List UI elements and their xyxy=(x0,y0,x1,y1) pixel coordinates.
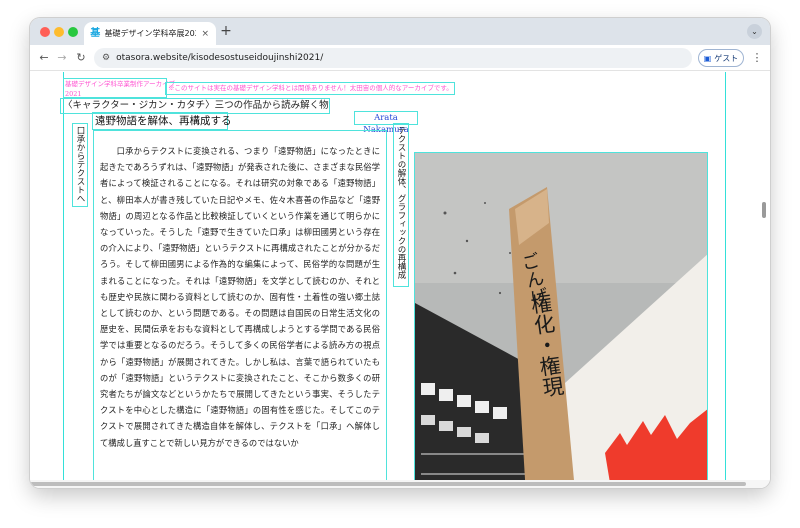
wall-upper xyxy=(415,153,707,283)
tab-title: 基礎デザイン学科卒展2021同人誌 xyxy=(104,29,197,38)
article-body-text: 口承からテクストに変換される、つまり「遠野物語」になったときに起きたであろうずれ… xyxy=(100,146,380,448)
horizontal-scrollbar[interactable] xyxy=(30,482,746,486)
address-bar[interactable]: ⚙ otasora.website/kisodesostuseidoujinsh… xyxy=(94,48,692,68)
close-window-button[interactable] xyxy=(40,27,50,37)
profile-label: ゲスト xyxy=(714,53,739,63)
browser-window: 基 基礎デザイン学科卒展2021同人誌 × + ⌄ ← → ↻ ⚙ otasor… xyxy=(30,18,770,488)
horizontal-scrollbar-track xyxy=(30,480,770,488)
toolbar: ← → ↻ ⚙ otasora.website/kisodesostuseido… xyxy=(30,45,770,71)
favicon-icon: 基 xyxy=(90,28,101,39)
tab-search-button[interactable]: ⌄ xyxy=(747,24,762,39)
maximize-window-button[interactable] xyxy=(68,27,78,37)
layout-guide-line xyxy=(725,72,726,488)
article-title: 遠野物語を解体、再構成する xyxy=(92,112,232,130)
minimize-window-button[interactable] xyxy=(54,27,64,37)
guest-icon: ▣ xyxy=(703,53,712,63)
site-info-icon[interactable]: ⚙ xyxy=(102,53,110,63)
forward-icon[interactable]: → xyxy=(54,50,70,66)
article-photo: ごんげ 権化・権現 xyxy=(414,152,708,488)
new-tab-button[interactable]: + xyxy=(218,23,234,39)
kebab-menu-icon[interactable]: ⋮ xyxy=(750,50,764,66)
url-text[interactable]: otasora.website/kisodesostuseidoujinshi2… xyxy=(116,53,323,63)
reload-icon[interactable]: ↻ xyxy=(73,50,89,66)
section-heading-vertical-right: テクストの解体、グラフィックの再構成 xyxy=(393,123,409,287)
back-icon[interactable]: ← xyxy=(36,50,52,66)
signboard-photo: ごんげ 権化・権現 xyxy=(415,153,707,488)
archive-title[interactable]: 基礎デザイン学科卒業制作アーカイブ 2021 xyxy=(63,78,176,98)
tab-active[interactable]: 基 基礎デザイン学科卒展2021同人誌 × xyxy=(84,22,216,45)
tab-bar: 基 基礎デザイン学科卒展2021同人誌 × + ⌄ xyxy=(30,18,770,45)
vertical-scrollbar[interactable] xyxy=(762,202,766,218)
close-tab-icon[interactable]: × xyxy=(200,29,210,39)
layout-guide-line xyxy=(63,72,64,488)
archive-title-text: 基礎デザイン学科卒業制作アーカイブ xyxy=(65,80,176,88)
profile-button[interactable]: ▣ ゲスト xyxy=(698,49,744,67)
article-body: 口承からテクストに変換される、つまり「遠野物語」になったときに起きたであろうずれ… xyxy=(93,130,387,488)
page-content: 基礎デザイン学科卒業制作アーカイブ 2021 ※このサイトは実在の基礎デザイン学… xyxy=(30,72,770,488)
section-heading-vertical-left: 口承からテクストへ xyxy=(72,123,88,207)
disclaimer-text: ※このサイトは実在の基礎デザイン学科とは関係ありません！太田宙の個人的なアーカイ… xyxy=(165,82,455,95)
